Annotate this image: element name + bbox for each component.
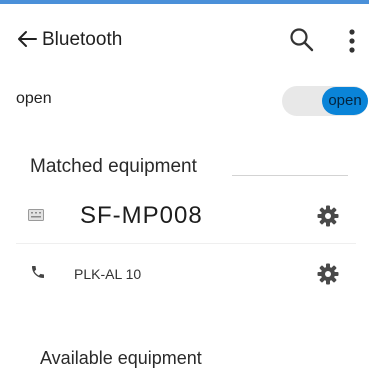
device-name: PLK-AL 10 xyxy=(74,266,142,282)
toggle-knob: open xyxy=(322,87,368,115)
matched-equipment-header: Matched equipment xyxy=(0,148,369,188)
matched-equipment-title: Matched equipment xyxy=(30,156,197,177)
available-equipment-header: Available equipment xyxy=(0,344,369,376)
search-button[interactable] xyxy=(288,26,316,54)
device-row-sf-mp008[interactable]: SF-MP008 xyxy=(0,192,369,244)
row-separator xyxy=(16,243,356,244)
keyboard-icon xyxy=(28,208,44,221)
app-bar: Bluetooth xyxy=(0,4,369,68)
search-icon xyxy=(290,28,314,52)
device-name: SF-MP008 xyxy=(80,202,203,229)
section-divider xyxy=(232,175,348,176)
bluetooth-toggle-label: open xyxy=(16,90,52,107)
back-arrow-icon xyxy=(18,31,37,47)
bluetooth-toggle-row: open open xyxy=(0,80,369,120)
bluetooth-toggle-switch[interactable]: open xyxy=(282,86,369,116)
available-equipment-title: Available equipment xyxy=(40,348,202,368)
more-options-button[interactable] xyxy=(344,28,360,56)
page-title: Bluetooth xyxy=(42,29,123,50)
device-settings-button[interactable] xyxy=(316,262,340,286)
gear-icon xyxy=(317,205,339,227)
back-button[interactable] xyxy=(16,28,38,50)
more-vert-icon xyxy=(349,29,355,53)
gear-icon xyxy=(317,263,339,285)
device-row-plk-al10[interactable]: PLK-AL 10 xyxy=(0,250,369,300)
device-settings-button[interactable] xyxy=(316,204,340,228)
phone-icon xyxy=(30,264,46,280)
